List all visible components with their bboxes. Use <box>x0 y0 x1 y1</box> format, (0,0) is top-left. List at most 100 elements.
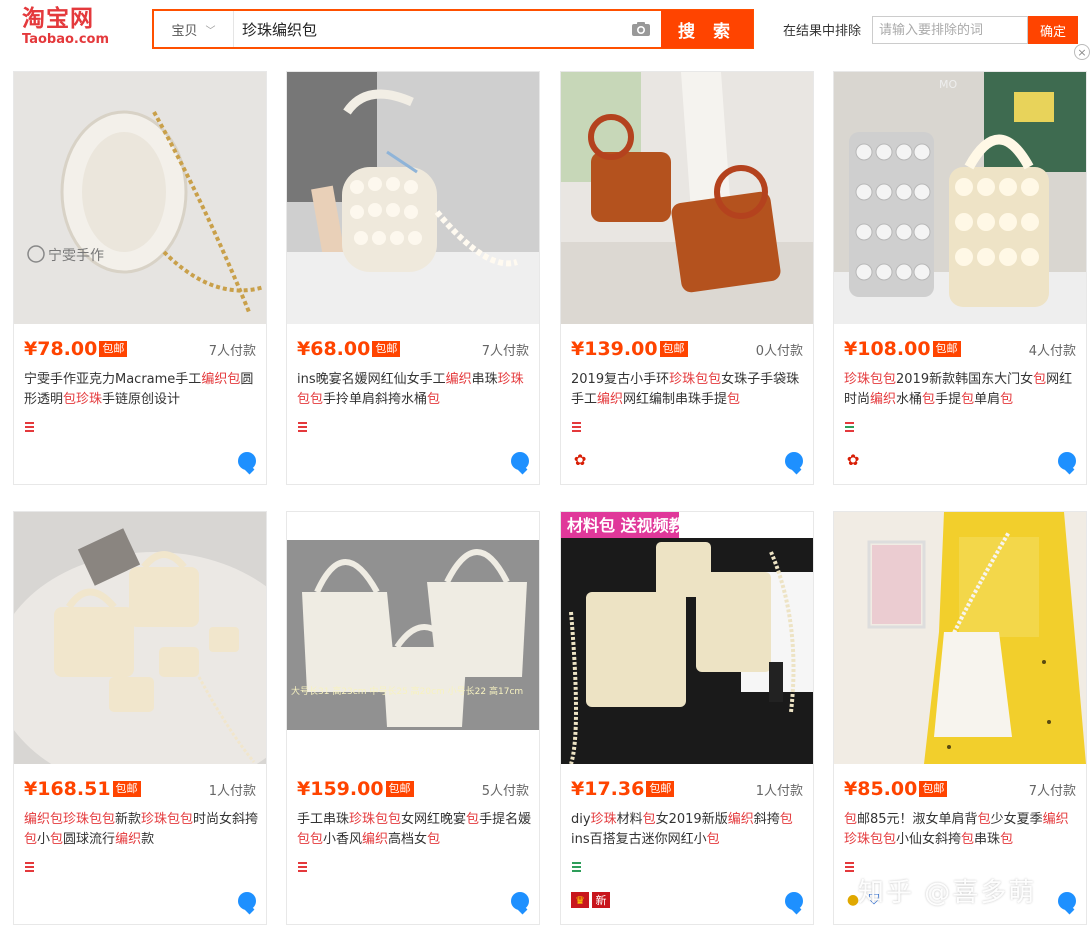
search-input[interactable] <box>234 11 621 47</box>
wangwang-chat-icon[interactable] <box>511 892 529 910</box>
product-title[interactable]: ins晚宴名媛网红仙女手工编织串珠珍珠包包手拎单肩斜挎水桶包 <box>297 370 533 410</box>
keyword-highlight: 包 <box>922 392 936 407</box>
badge-row: ♛ 新 <box>571 892 610 908</box>
close-icon[interactable]: × <box>1074 44 1090 60</box>
wangwang-chat-icon[interactable] <box>238 452 256 470</box>
keyword-highlight: 编织包珍珠包包 <box>24 812 116 827</box>
flower-icon: ✿ <box>573 451 587 469</box>
product-card[interactable]: ¥68.00 包邮 7人付款 ins晚宴名媛网红仙女手工编织串珠珍珠包包手拎单肩… <box>286 71 540 485</box>
keyword-highlight: 包包 <box>297 832 324 847</box>
product-title[interactable]: 2019复古小手环珍珠包包女珠子手袋珠手工编织网红编制串珠手提包 <box>571 370 807 410</box>
product-card[interactable]: 宁雯手作 ¥78.00 包邮 7人付款 宁雯手作亚克力Macrame手工编织包圆… <box>13 71 267 485</box>
price-row: ¥78.00 包邮 7人付款 <box>24 338 256 360</box>
product-title[interactable]: 编织包珍珠包包新款珍珠包包时尚女斜挎包小包圆球流行编织款 <box>24 810 260 850</box>
product-title[interactable]: 珍珠包包2019新款韩国东大门女包网红时尚编织水桶包手提包单肩包 <box>844 370 1080 410</box>
price: ¥68.00 <box>297 338 371 360</box>
price: ¥78.00 <box>24 338 98 360</box>
product-image[interactable]: 大号长31 高23cm 中号长25 高20cm 小号长22 高17cm <box>287 512 539 764</box>
price-row: ¥108.00 包邮 4人付款 <box>844 338 1076 360</box>
product-title[interactable]: 手工串珠珍珠包包女网红晚宴包手提名媛包包小香风编织高档女包 <box>297 810 533 850</box>
price: ¥168.51 <box>24 778 111 800</box>
product-card[interactable]: 大号长31 高23cm 中号长25 高20cm 小号长22 高17cm ¥159… <box>286 511 540 925</box>
product-title[interactable]: 包邮85元！淑女单肩背包少女夏季编织珍珠包包小仙女斜挎包串珠包 <box>844 810 1080 850</box>
chevron-down-icon: ﹀ <box>205 25 216 37</box>
title-text: 斜挎 <box>753 812 780 827</box>
menu-lines-icon <box>572 422 581 433</box>
keyword-highlight: 珍珠包包 <box>669 372 722 387</box>
keyword-highlight: 包 <box>727 392 741 407</box>
keyword-highlight: 编织 <box>445 372 472 387</box>
sales-count: 0人付款 <box>755 343 803 359</box>
price: ¥108.00 <box>844 338 931 360</box>
product-image-text: 材料包 送视频教程 <box>567 516 701 535</box>
keyword-highlight: 包 <box>961 392 975 407</box>
title-text: 手拎单肩斜挎水桶 <box>323 392 428 407</box>
title-text: 小 <box>37 832 51 847</box>
product-card[interactable]: ¥139.00 包邮 0人付款 2019复古小手环珍珠包包女珠子手袋珠手工编织网… <box>560 71 814 485</box>
search-button[interactable]: 搜 索 <box>661 10 753 48</box>
product-title[interactable]: diy珍珠材料包女2019新版编织斜挎包ins百搭复古迷你网红小包 <box>571 810 807 850</box>
title-text: 女2019新版 <box>655 812 728 827</box>
title-text: 材料 <box>616 812 643 827</box>
menu-lines-icon <box>298 422 307 433</box>
title-text: 水桶 <box>896 392 923 407</box>
keyword-highlight: 编织 <box>597 392 624 407</box>
keyword-highlight: 珍珠包包 <box>349 812 402 827</box>
camera-icon[interactable] <box>621 11 661 47</box>
keyword-highlight: 包 <box>1000 392 1014 407</box>
product-image-text: MO <box>939 78 957 91</box>
free-shipping-badge: 包邮 <box>372 341 401 357</box>
wangwang-chat-icon[interactable] <box>785 892 803 910</box>
title-text: 宁雯手作亚克力Macrame手工 <box>24 372 202 387</box>
title-text: 串珠 <box>974 832 1001 847</box>
keyword-highlight: 包 <box>427 392 441 407</box>
price: ¥159.00 <box>297 778 384 800</box>
menu-lines-icon <box>572 862 581 873</box>
product-image[interactable] <box>834 512 1086 764</box>
wangwang-chat-icon[interactable] <box>511 452 529 470</box>
keyword-highlight: 包 <box>706 832 720 847</box>
keyword-highlight: 包珍珠 <box>63 392 103 407</box>
price-row: ¥85.00 包邮 7人付款 <box>844 778 1076 800</box>
product-image[interactable]: 宁雯手作 <box>14 72 266 324</box>
product-image[interactable] <box>287 72 539 324</box>
product-image[interactable] <box>561 72 813 324</box>
title-text: 小仙女斜挎 <box>896 832 962 847</box>
title-text: 邮85元！淑女单肩背 <box>857 812 978 827</box>
free-shipping-badge: 包邮 <box>646 781 675 797</box>
search-category-select[interactable]: 宝贝 ﹀ <box>154 11 234 47</box>
free-shipping-badge: 包邮 <box>99 341 128 357</box>
taobao-logo[interactable]: 淘宝网 Taobao.com <box>22 6 122 52</box>
price: ¥17.36 <box>571 778 645 800</box>
wangwang-chat-icon[interactable] <box>1058 892 1076 910</box>
zhihu-watermark: 知乎 @喜多萌 <box>858 878 1037 908</box>
product-card[interactable]: ¥168.51 包邮 1人付款 编织包珍珠包包新款珍珠包包时尚女斜挎包小包圆球流… <box>13 511 267 925</box>
new-badge: 新 <box>592 892 610 908</box>
keyword-highlight: 包 <box>844 812 858 827</box>
menu-lines-icon <box>25 422 34 433</box>
free-shipping-badge: 包邮 <box>932 341 961 357</box>
keyword-highlight: 编织 <box>362 832 389 847</box>
sales-count: 4人付款 <box>1028 343 1076 359</box>
product-image[interactable] <box>14 512 266 764</box>
title-text: 2019复古小手环 <box>571 372 670 387</box>
title-text: 新款 <box>115 812 142 827</box>
sales-count: 1人付款 <box>755 783 803 799</box>
product-image-text: 宁雯手作 <box>48 247 104 264</box>
product-image[interactable]: 材料包 送视频教程 <box>561 512 813 764</box>
sales-count: 7人付款 <box>208 343 256 359</box>
title-text: 手提 <box>935 392 962 407</box>
flower-icon: ✿ <box>846 451 860 469</box>
product-image[interactable]: MO <box>834 72 1086 324</box>
product-card[interactable]: ¥85.00 包邮 7人付款 包邮85元！淑女单肩背包少女夏季编织珍珠包包小仙女… <box>833 511 1087 925</box>
product-title[interactable]: 宁雯手作亚克力Macrame手工编织包圆形透明包珍珠手链原创设计 <box>24 370 260 410</box>
product-card[interactable]: 材料包 送视频教程 ¥17.36 包邮 1人付款 diy珍珠材料包女2019新版… <box>560 511 814 925</box>
exclude-input[interactable] <box>872 16 1028 44</box>
wangwang-chat-icon[interactable] <box>238 892 256 910</box>
product-card[interactable]: MO ¥108.00 包邮 4人付款 珍珠包包2019新款韩国东大门女包网红时尚… <box>833 71 1087 485</box>
exclude-confirm-button[interactable]: 确定 <box>1028 16 1078 44</box>
keyword-highlight: 包 <box>24 832 38 847</box>
title-text: 少女夏季 <box>990 812 1043 827</box>
wangwang-chat-icon[interactable] <box>785 452 803 470</box>
wangwang-chat-icon[interactable] <box>1058 452 1076 470</box>
